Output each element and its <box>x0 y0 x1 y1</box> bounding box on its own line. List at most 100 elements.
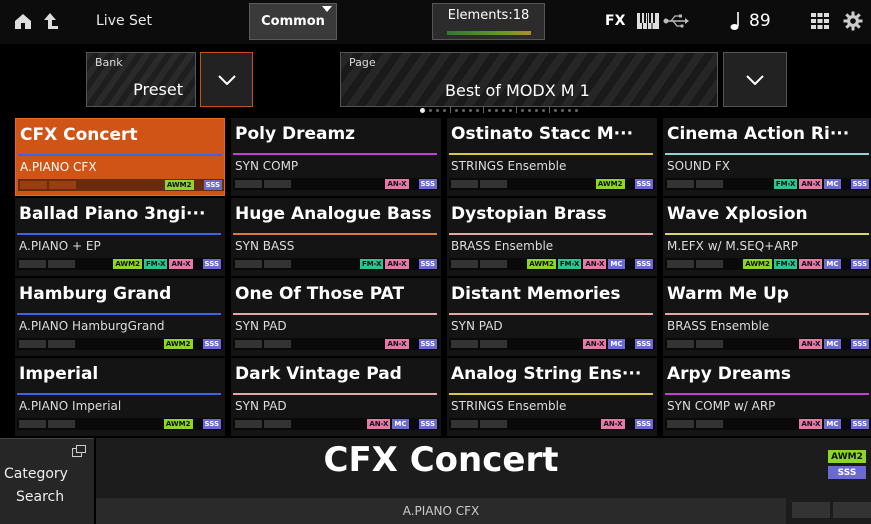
status-slot <box>264 180 291 188</box>
grid-icon[interactable] <box>810 12 830 30</box>
elements-indicator[interactable]: Elements:18 <box>432 3 545 40</box>
status-slot <box>48 260 75 268</box>
gear-icon[interactable] <box>842 10 864 32</box>
tile-status-strip: AN-X MC SSS <box>449 338 655 350</box>
fm-x-badge: FM-X <box>144 259 168 269</box>
status-slot <box>480 340 507 348</box>
performance-tile[interactable]: Ballad Piano 3ngi··· A.PIANO + EP AWM2 FM-X… <box>15 198 225 276</box>
sss-badge: SSS <box>418 259 437 269</box>
selected-performance-name[interactable]: CFX Concert <box>96 440 786 480</box>
performance-tile[interactable]: Ostinato Stacc M··· STRINGS Ensemble AWM2 S… <box>447 118 657 196</box>
performance-tile[interactable]: Dark Vintage Pad SYN PAD AN-X MC SSS <box>231 358 441 436</box>
sss-badge: SSS <box>634 179 653 189</box>
an-x-badge: AN-X <box>169 259 193 269</box>
up-arrow-icon[interactable] <box>40 10 60 32</box>
sss-badge: SSS <box>202 259 221 269</box>
engine-badges: AN-X MC SSS <box>583 339 653 349</box>
common-button[interactable]: Common <box>249 3 337 40</box>
bank-value: Preset <box>133 80 183 99</box>
status-slot <box>480 260 507 268</box>
performance-tile[interactable]: Imperial A.PIANO Imperial AWM2 SSS <box>15 358 225 436</box>
tile-status-strip: AN-X SSS <box>449 418 655 430</box>
badge-spacer <box>843 259 849 269</box>
tile-name: One Of Those PAT <box>235 284 405 304</box>
tile-status-strip: AN-X MC SSS <box>233 418 439 430</box>
status-slot <box>451 340 478 348</box>
performance-tile[interactable]: Hamburg Grand A.PIANO HamburgGrand AWM2 SSS <box>15 278 225 356</box>
category-color-line <box>449 153 653 155</box>
performance-tile[interactable]: Distant Memories SYN PAD AN-X MC SSS <box>447 278 657 356</box>
live-set-label[interactable]: Live Set <box>96 13 152 29</box>
home-icon[interactable] <box>12 10 34 32</box>
performance-tile[interactable]: Warm Me Up BRASS Ensemble AN-X MC SSS <box>663 278 871 356</box>
fm-x-badge: FM-X <box>557 259 582 269</box>
engine-badges: AN-X SSS <box>385 339 437 349</box>
an-x-badge: AN-X <box>799 419 823 429</box>
mc-badge: MC <box>824 419 841 429</box>
awm2-badge: AWM2 <box>163 339 193 349</box>
tile-name: Hamburg Grand <box>19 284 172 304</box>
awm2-badge: AWM2 <box>164 180 194 190</box>
performance-tile[interactable]: Cinema Action Ri··· SOUND FX FM-X AN-X MC SSS <box>663 118 871 196</box>
performance-tile[interactable]: Arpy Dreams SYN COMP w/ ARP AN-X MC SSS <box>663 358 871 436</box>
category-color-line <box>233 313 437 315</box>
an-x-badge: AN-X <box>385 339 409 349</box>
bottom-slots <box>786 502 871 520</box>
status-slot <box>451 420 478 428</box>
badge-spacer <box>627 339 633 349</box>
badge-spacer <box>196 180 202 190</box>
common-label: Common <box>261 14 325 29</box>
category-color-line <box>17 393 221 395</box>
badge-spacer <box>843 179 849 189</box>
engine-badges: AWM2 FM-X AN-X MC SSS <box>743 259 869 269</box>
mc-badge: MC <box>824 259 841 269</box>
tile-name: Dark Vintage Pad <box>235 364 402 384</box>
badge-spacer <box>627 259 633 269</box>
page-field[interactable]: Page Best of MODX M 1 <box>340 52 718 107</box>
performance-tile[interactable]: Poly Dreamz SYN COMP AN-X SSS <box>231 118 441 196</box>
fx-badge[interactable]: FX <box>605 13 625 29</box>
category-color-line <box>233 393 437 395</box>
status-slot <box>48 420 75 428</box>
tile-category: BRASS Ensemble <box>451 239 554 253</box>
tempo-value[interactable]: 89 <box>749 11 771 31</box>
engine-badges: AWM2 FM-X AN-X SSS <box>113 259 221 269</box>
performance-tile[interactable]: Analog String Ens··· STRINGS Ensemble AN-X… <box>447 358 657 436</box>
tile-category: STRINGS Ensemble <box>451 399 567 413</box>
engine-badges: AN-X SSS <box>601 419 653 429</box>
dropdown-caret-icon <box>322 6 332 12</box>
status-slot <box>667 180 694 188</box>
category-color-line <box>665 153 869 155</box>
performance-tile[interactable]: CFX Concert A.PIANO CFX AWM2 SSS <box>15 118 225 196</box>
status-slot <box>49 181 76 189</box>
category-search-button[interactable]: Category Search <box>0 438 94 524</box>
an-x-badge: AN-X <box>583 259 607 269</box>
engine-badges: AWM2 SSS <box>164 180 222 190</box>
page-dropdown-button[interactable] <box>723 52 787 107</box>
performance-tile[interactable]: Huge Analogue Bass SYN BASS FM-X AN-X SSS <box>231 198 441 276</box>
performance-tile[interactable]: Dystopian Brass BRASS Ensemble AWM2 FM-X AN-… <box>447 198 657 276</box>
an-x-badge: AN-X <box>799 259 823 269</box>
performance-tile[interactable]: One Of Those PAT SYN PAD AN-X SSS <box>231 278 441 356</box>
category-search-label-1: Category <box>4 466 68 482</box>
performance-tile[interactable]: Wave Xplosion M.EFX w/ M.SEQ+ARP AWM2 FM-X A… <box>663 198 871 276</box>
tile-status-strip: AN-X MC SSS <box>665 338 871 350</box>
fm-x-badge: FM-X <box>360 259 384 269</box>
quarter-note-icon <box>728 10 742 32</box>
sss-badge: SSS <box>634 259 653 269</box>
tile-status-strip: AN-X MC SSS <box>665 418 871 430</box>
badge-spacer <box>195 259 201 269</box>
engine-badges: AN-X MC SSS <box>367 419 437 429</box>
bank-dropdown-button[interactable] <box>200 52 253 107</box>
category-color-line <box>449 313 653 315</box>
category-color-line <box>17 233 221 235</box>
tile-name: Wave Xplosion <box>667 204 808 224</box>
category-color-line <box>449 393 653 395</box>
sss-badge: SSS <box>634 339 653 349</box>
tile-name: Cinema Action Ri··· <box>667 124 850 144</box>
badge-spacer <box>843 419 849 429</box>
category-color-line <box>233 153 437 155</box>
status-slot <box>264 420 291 428</box>
status-slot <box>480 180 507 188</box>
bank-field[interactable]: Bank Preset <box>86 52 196 107</box>
